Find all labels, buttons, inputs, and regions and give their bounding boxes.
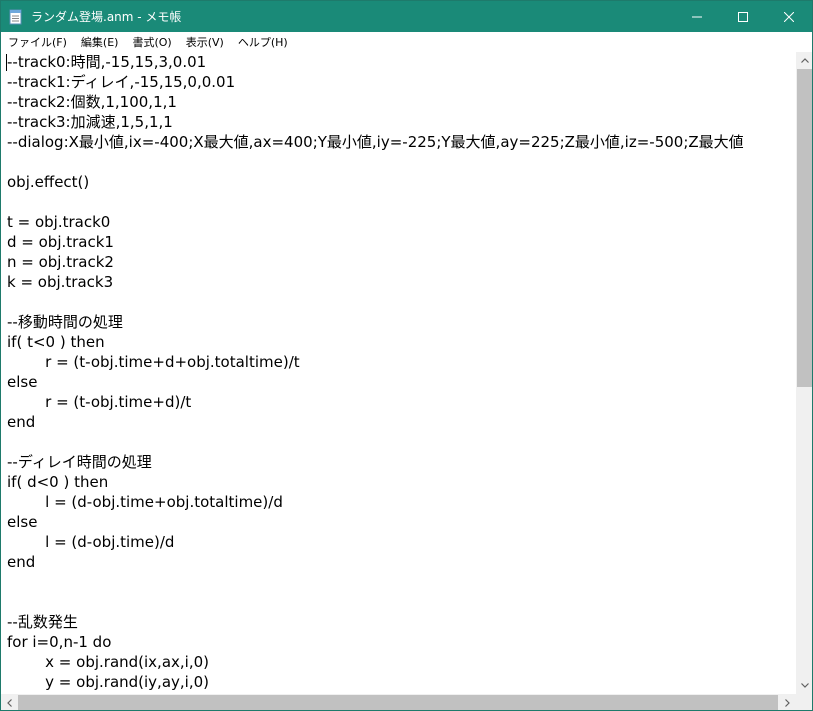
minimize-icon — [692, 16, 702, 17]
editor-line[interactable]: --track0:時間,-15,15,3,0.01 — [7, 52, 206, 72]
maximize-icon — [738, 11, 748, 22]
menu-format[interactable]: 書式(O) — [125, 34, 178, 50]
editor-line[interactable]: --track1:ディレイ,-15,15,0,0.01 — [7, 72, 235, 92]
editor-line[interactable]: --track3:加減速,1,5,1,1 — [7, 112, 173, 132]
editor-line[interactable]: d = obj.track1 — [7, 232, 114, 252]
editor-line[interactable]: --track2:個数,1,100,1,1 — [7, 92, 177, 112]
close-icon — [784, 11, 794, 22]
editor-line[interactable]: else — [7, 372, 37, 392]
horizontal-scrollbar[interactable] — [1, 694, 796, 710]
scroll-down-button[interactable] — [796, 677, 812, 694]
editor-line[interactable]: r = (t-obj.time+d+obj.totaltime)/t — [7, 352, 300, 372]
vertical-scrollbar[interactable] — [796, 52, 812, 694]
editor-line[interactable]: k = obj.track3 — [7, 272, 113, 292]
editor-line[interactable]: l = (d-obj.time)/d — [7, 532, 174, 552]
window-controls — [674, 1, 812, 32]
scroll-up-button[interactable] — [796, 52, 812, 69]
editor-line[interactable]: if( d<0 ) then — [7, 472, 108, 492]
menu-bar: ファイル(F) 編集(E) 書式(O) 表示(V) ヘルプ(H) — [1, 32, 812, 52]
menu-view[interactable]: 表示(V) — [179, 34, 231, 50]
editor-line[interactable]: n = obj.track2 — [7, 252, 114, 272]
editor-line[interactable]: for i=0,n-1 do — [7, 632, 111, 652]
editor-line[interactable]: end — [7, 552, 35, 572]
menu-edit[interactable]: 編集(E) — [74, 34, 126, 50]
scroll-left-button[interactable] — [1, 694, 18, 710]
vertical-scroll-thumb[interactable] — [797, 69, 812, 387]
editor-line[interactable]: if( t<0 ) then — [7, 332, 105, 352]
editor-line[interactable]: obj.effect() — [7, 172, 89, 192]
scroll-left-arrow-icon — [7, 698, 12, 707]
scroll-down-arrow-icon — [800, 683, 809, 688]
editor-line[interactable]: --dialog:X最小値,ix=-400;X最大値,ax=400;Y最小値,i… — [7, 132, 744, 152]
editor-line[interactable]: --ディレイ時間の処理 — [7, 452, 152, 472]
editor-line[interactable]: end — [7, 412, 35, 432]
editor-line[interactable]: else — [7, 512, 37, 532]
editor-line[interactable]: x = obj.rand(ix,ax,i,0) — [7, 652, 209, 672]
scroll-up-arrow-icon — [800, 58, 809, 63]
editor-line[interactable]: r = (t-obj.time+d)/t — [7, 392, 191, 412]
editor-line[interactable]: l = (d-obj.time+obj.totaltime)/d — [7, 492, 283, 512]
notepad-window: ランダム登場.anm - メモ帳 ファイル(F) 編集(E) 書式(O) 表示(… — [0, 0, 813, 711]
editor-line[interactable]: t = obj.track0 — [7, 212, 110, 232]
scroll-right-button[interactable] — [779, 694, 796, 710]
menu-help[interactable]: ヘルプ(H) — [231, 34, 295, 50]
menu-file[interactable]: ファイル(F) — [1, 34, 74, 50]
text-editor-area[interactable]: --track0:時間,-15,15,3,0.01 --track1:ディレイ,-… — [1, 52, 796, 694]
close-button[interactable] — [766, 1, 812, 32]
editor-line[interactable]: --乱数発生 — [7, 612, 78, 632]
maximize-button[interactable] — [720, 1, 766, 32]
scrollbar-corner — [796, 694, 812, 710]
notepad-icon[interactable] — [8, 9, 24, 25]
title-bar[interactable]: ランダム登場.anm - メモ帳 — [1, 1, 812, 32]
scroll-right-arrow-icon — [785, 698, 790, 707]
editor-line[interactable]: --移動時間の処理 — [7, 312, 123, 332]
editor-line[interactable]: y = obj.rand(iy,ay,i,0) — [7, 672, 209, 692]
window-title: ランダム登場.anm - メモ帳 — [31, 10, 182, 24]
horizontal-scroll-thumb[interactable] — [18, 695, 778, 710]
minimize-button[interactable] — [674, 1, 720, 32]
